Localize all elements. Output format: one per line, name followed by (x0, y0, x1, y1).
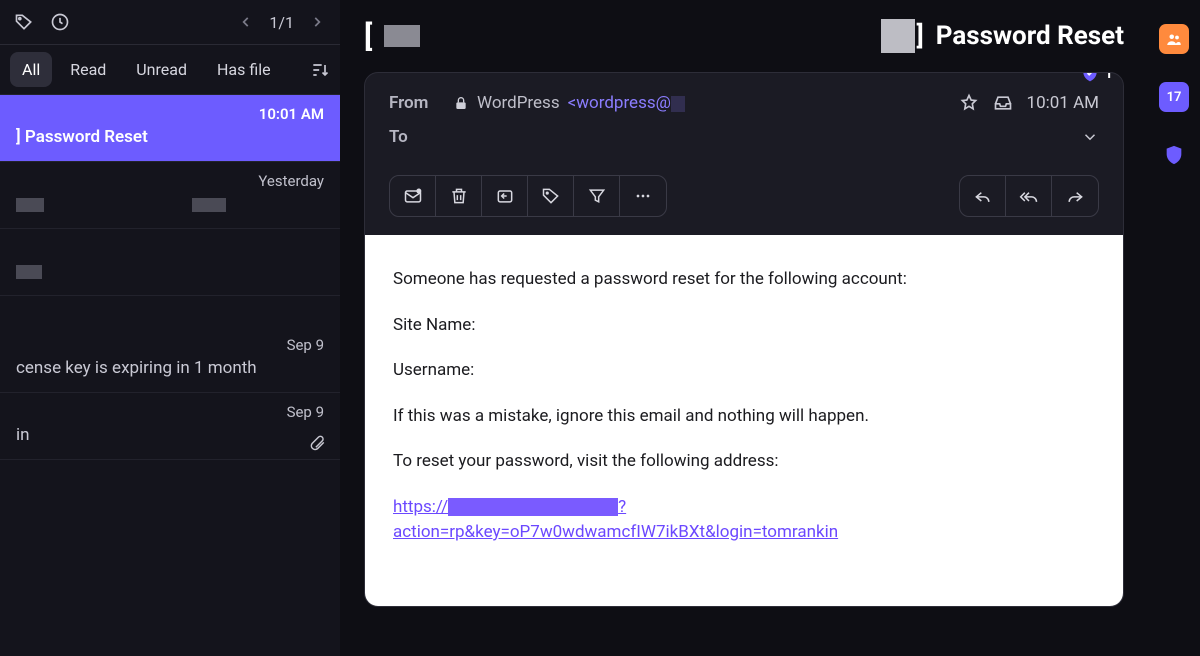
filter-unread[interactable]: Unread (124, 52, 199, 87)
sort-button[interactable] (310, 60, 330, 80)
action-group-right (959, 175, 1099, 217)
attachment-icon (308, 433, 326, 451)
inbox-icon (993, 93, 1013, 113)
from-label: From (389, 93, 439, 113)
verified-badge: 1 (1080, 72, 1113, 83)
message-subject: ] Password Reset (16, 127, 324, 147)
body-line: If this was a mistake, ignore this email… (393, 404, 1095, 430)
message-item[interactable]: Sep 9 cense key is expiring in 1 month (0, 295, 340, 392)
body-line: Someone has requested a password reset f… (393, 267, 1095, 293)
detail-card: 1 From WordPress <wordpress@ (364, 72, 1124, 607)
message-time (16, 470, 324, 488)
more-button[interactable] (620, 176, 666, 216)
detail-time: 10:01 AM (1027, 93, 1099, 113)
message-subject (16, 194, 324, 214)
archive-button[interactable] (482, 176, 528, 216)
filter-all[interactable]: All (10, 52, 52, 87)
shield-check-icon (1080, 72, 1100, 83)
detail-title: [ ] Password Reset (364, 0, 1124, 72)
detail-meta: From WordPress <wordpress@ 10:01 AM (365, 73, 1123, 175)
right-rail: 17 (1148, 0, 1200, 656)
calendar-app-button[interactable]: 17 (1159, 82, 1189, 112)
mark-unread-button[interactable] (390, 176, 436, 216)
reply-all-button[interactable] (1006, 176, 1052, 216)
tag-icon[interactable] (12, 10, 36, 34)
filter-has-file[interactable]: Has file (205, 52, 283, 87)
body-line: Site Name: (393, 313, 1095, 339)
message-time: Sep 9 (16, 336, 324, 354)
detail-toolbar (365, 175, 1123, 235)
star-button[interactable] (959, 93, 979, 113)
contacts-app-button[interactable] (1159, 24, 1189, 54)
forward-button[interactable] (1052, 176, 1098, 216)
message-subject: cense key is expiring in 1 month (16, 358, 324, 378)
message-item[interactable] (0, 228, 340, 295)
message-time (16, 239, 324, 257)
to-row: To (389, 127, 1099, 147)
message-item[interactable]: Sep 9 in (0, 392, 340, 459)
body-line: To reset your password, visit the follow… (393, 449, 1095, 475)
reply-button[interactable] (960, 176, 1006, 216)
message-time: Yesterday (16, 172, 324, 190)
action-group-left (389, 175, 667, 217)
pager-text: 1/1 (263, 13, 300, 32)
label-button[interactable] (528, 176, 574, 216)
to-label: To (389, 127, 439, 147)
pager: 1/1 (235, 11, 328, 33)
filter-read[interactable]: Read (58, 52, 118, 87)
next-page-button[interactable] (306, 11, 328, 33)
calendar-day: 17 (1167, 90, 1182, 105)
clock-icon[interactable] (48, 10, 72, 34)
filter-bar: All Read Unread Has file (0, 44, 340, 94)
body-line: Username: (393, 358, 1095, 384)
message-item[interactable]: 10:01 AM ] Password Reset (0, 94, 340, 161)
lock-icon (453, 95, 469, 111)
message-list: 10:01 AM ] Password Reset Yesterday Sep … (0, 94, 340, 656)
sender-avatar (881, 19, 915, 53)
message-list-pane: 1/1 All Read Unread Has file 10:01 AM ] … (0, 0, 340, 656)
delete-button[interactable] (436, 176, 482, 216)
from-name: WordPress (477, 93, 560, 113)
message-item[interactable] (0, 459, 340, 539)
prev-page-button[interactable] (235, 11, 257, 33)
badge-count: 1 (1104, 72, 1113, 82)
bracket-icon: [ (364, 19, 372, 54)
message-subject: in (16, 425, 324, 445)
from-row: From WordPress <wordpress@ 10:01 AM (389, 93, 1099, 113)
message-time: Sep 9 (16, 403, 324, 421)
message-subject (16, 261, 324, 281)
filter-button[interactable] (574, 176, 620, 216)
detail-subject: Password Reset (936, 21, 1124, 51)
detail-pane: [ ] Password Reset 1 From WordPress <wor… (340, 0, 1148, 656)
from-email: <wordpress@ (568, 93, 685, 113)
expand-recipients-button[interactable] (1081, 128, 1099, 146)
reset-link[interactable]: https://?action=rp&key=oP7w0wdwamcfIW7ik… (393, 497, 838, 543)
security-app-button[interactable] (1159, 140, 1189, 170)
message-item[interactable]: Yesterday (0, 161, 340, 228)
list-header: 1/1 (0, 0, 340, 44)
message-time: 10:01 AM (16, 105, 324, 123)
message-body: Someone has requested a password reset f… (365, 235, 1123, 606)
